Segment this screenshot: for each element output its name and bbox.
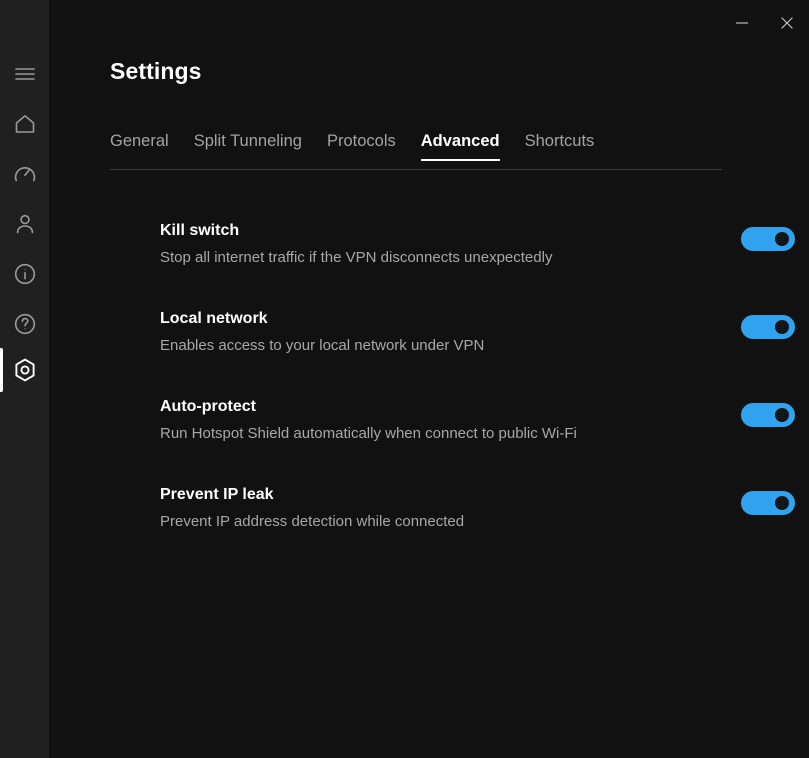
setting-title: Kill switch [160, 222, 240, 239]
setting-title: Auto-protect [160, 398, 256, 415]
help-question-icon [13, 312, 37, 336]
hamburger-menu-icon [13, 62, 37, 86]
sidebar-item-speed-test[interactable] [0, 152, 49, 196]
setting-row: Prevent IP leak Prevent IP address detect… [110, 474, 795, 562]
tab-shortcuts[interactable]: Shortcuts [525, 132, 595, 161]
tab-label: Advanced [420, 132, 500, 150]
setting-title: Prevent IP leak [160, 486, 274, 503]
window-controls [719, 0, 809, 46]
speed-gauge-icon [13, 162, 37, 186]
setting-text: Prevent IP leak Prevent IP address detect… [160, 484, 730, 532]
tab-general[interactable]: General [110, 132, 169, 161]
tab-label: Split Tunneling [193, 132, 302, 150]
settings-list: Kill switch Stop all internet traffic if … [110, 210, 795, 562]
setting-row: Kill switch Stop all internet traffic if … [110, 210, 795, 298]
account-person-icon [13, 212, 37, 236]
info-circle-icon [13, 262, 37, 286]
tab-advanced[interactable]: Advanced [420, 132, 500, 161]
tab-label: General [110, 132, 169, 150]
sidebar-item-about[interactable] [0, 252, 49, 296]
sidebar-item-settings[interactable] [0, 348, 49, 392]
settings-tabs: General Split Tunneling Protocols Advanced S… [110, 132, 722, 172]
sidebar [0, 0, 49, 758]
toggle-knob [775, 408, 789, 422]
tab-split-tunneling[interactable]: Split Tunneling [194, 132, 302, 161]
home-icon [13, 112, 37, 136]
sidebar-item-account[interactable] [0, 202, 49, 246]
toggle-knob [775, 232, 789, 246]
settings-window: Settings General Split Tunneling Protocols… [0, 0, 809, 758]
setting-row: Auto-protect Run Hotspot Shield automatic… [110, 386, 795, 474]
close-button[interactable] [764, 1, 809, 45]
setting-text: Kill switch Stop all internet traffic if … [160, 220, 730, 268]
setting-toggle[interactable] [741, 227, 795, 251]
setting-text: Auto-protect Run Hotspot Shield automatic… [160, 396, 730, 444]
sidebar-item-home[interactable] [0, 102, 49, 146]
tab-label: Protocols [326, 132, 396, 150]
setting-toggle[interactable] [741, 315, 795, 339]
tab-label: Shortcuts [524, 132, 595, 150]
sidebar-item-help[interactable] [0, 302, 49, 346]
setting-description: Enables access to your local network und… [160, 337, 485, 354]
minimize-button[interactable] [719, 1, 764, 45]
settings-gear-icon [12, 357, 38, 383]
setting-description: Stop all internet traffic if the VPN dis… [160, 249, 553, 266]
tab-protocols[interactable]: Protocols [327, 132, 396, 161]
sidebar-item-menu[interactable] [0, 52, 49, 96]
setting-toggle[interactable] [741, 403, 795, 427]
setting-text: Local network Enables access to your loca… [160, 308, 730, 356]
page-title: Settings [110, 58, 202, 84]
toggle-knob [775, 496, 789, 510]
setting-description: Run Hotspot Shield automatically when co… [160, 425, 577, 442]
tab-divider [110, 169, 722, 170]
setting-description: Prevent IP address detection while conne… [160, 513, 465, 530]
setting-row: Local network Enables access to your loca… [110, 298, 795, 386]
setting-title: Local network [160, 310, 268, 327]
setting-toggle[interactable] [741, 491, 795, 515]
toggle-knob [775, 320, 789, 334]
main-content: Settings General Split Tunneling Protocols… [49, 0, 809, 758]
